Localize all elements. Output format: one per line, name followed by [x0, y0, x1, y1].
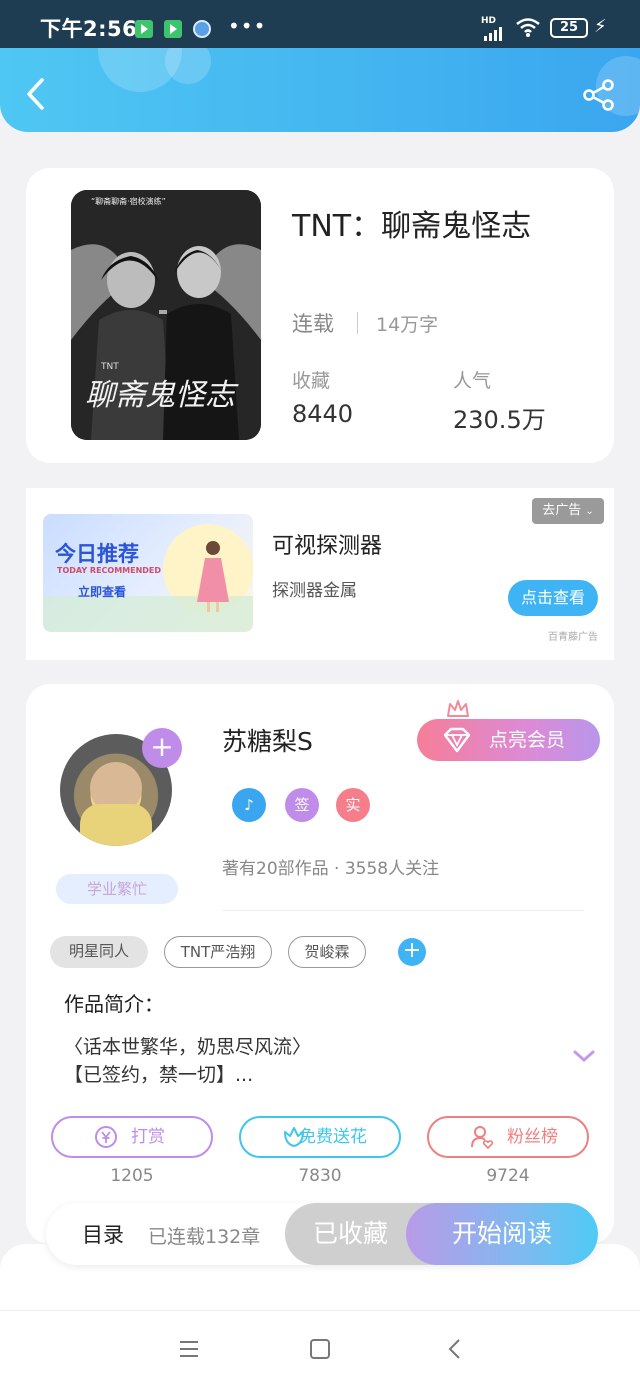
book-title: TNT：聊斋鬼怪志	[292, 209, 532, 244]
network-type: HD	[481, 16, 497, 26]
battery-icon: 25	[550, 18, 588, 38]
book-info-card: “聊斋聊斋·宿校演练” TNT 聊斋鬼怪志 TNT：聊斋鬼怪志 连载 14万字 …	[26, 168, 614, 463]
divider	[222, 910, 584, 911]
system-nav-bar	[0, 1310, 640, 1387]
character-tag[interactable]: TNT严浩翔	[164, 936, 272, 968]
remove-ad-button[interactable]: 去广告 ⌄	[532, 498, 604, 524]
ad-card[interactable]: 今日推荐 TODAY RECOMMENDED 立即查看 可视探测器 探测器金属 …	[26, 488, 614, 660]
ad-banner-image[interactable]: 今日推荐 TODAY RECOMMENDED 立即查看	[43, 514, 253, 632]
fan-ranking-button[interactable]: 粉丝榜	[427, 1116, 589, 1158]
wifi-icon	[516, 18, 540, 37]
app-notification-icon	[164, 20, 182, 38]
divider	[357, 312, 358, 334]
back-chevron-left-icon[interactable]	[22, 76, 50, 112]
fan-ranking-label: 粉丝榜	[507, 1127, 558, 1147]
add-tag-button[interactable]: +	[398, 938, 426, 966]
send-flower-label: 免费送花	[299, 1127, 367, 1147]
remove-ad-label: 去广告	[542, 503, 582, 518]
top-header	[0, 48, 640, 132]
crown-icon	[447, 700, 469, 717]
favorites-label: 收藏	[292, 370, 331, 392]
girl-illustration-icon	[197, 541, 229, 612]
genre-tag[interactable]: 明星同人	[50, 936, 148, 968]
reading-action-bar: 目录 已连载132章 已收藏 开始阅读	[46, 1203, 598, 1265]
tip-label: 打赏	[131, 1127, 165, 1147]
more-notifications-icon: •••	[228, 14, 267, 38]
tip-button[interactable]: 打赏	[51, 1116, 213, 1158]
charging-icon: ⚡	[594, 16, 607, 37]
ad-title: 可视探测器	[272, 534, 383, 559]
ad-cta-button[interactable]: 点击查看	[508, 580, 598, 616]
app-notification-icon	[135, 20, 153, 38]
intro-label: 作品简介：	[64, 992, 164, 1016]
menu-icon[interactable]	[177, 1337, 201, 1361]
intro-text-line: 〈话本世繁华，奶思尽风流〉	[64, 1036, 312, 1058]
chapter-count: 已连载132章	[148, 1226, 261, 1248]
word-count: 14万字	[376, 314, 439, 336]
favorites-value: 8440	[292, 400, 354, 428]
cover-caption: “聊斋聊斋·宿校演练”	[91, 197, 166, 206]
home-square-icon[interactable]	[308, 1337, 332, 1361]
send-flower-button[interactable]: 免费送花	[239, 1116, 401, 1158]
fan-heart-icon	[471, 1126, 494, 1150]
yen-coin-icon	[95, 1126, 117, 1148]
music-badge-icon: ♪	[232, 788, 266, 822]
expand-chevron-down-icon[interactable]	[572, 1046, 596, 1066]
verified-badge: 实	[336, 788, 370, 822]
signal-icon	[484, 27, 502, 41]
tip-count: 1205	[110, 1166, 154, 1186]
flower-count: 7830	[298, 1166, 342, 1186]
author-card: + 学业繁忙 苏糖梨S 点亮会员 ♪ 签 实 著有20部作品 · 3558人关注…	[26, 684, 614, 1244]
popularity-label: 人气	[453, 370, 492, 392]
author-name: 苏糖梨S	[222, 727, 313, 756]
ad-source: 百青藤广告	[548, 632, 598, 643]
fan-count: 9724	[486, 1166, 530, 1186]
follow-author-button[interactable]: +	[142, 728, 182, 768]
status-bar: 下午2:56 ••• HD 25 ⚡	[0, 0, 640, 48]
signed-badge: 签	[285, 788, 319, 822]
ad-banner-title: 今日推荐	[55, 542, 139, 566]
ad-banner-subtitle: TODAY RECOMMENDED	[57, 566, 162, 575]
table-of-contents-button[interactable]: 目录	[82, 1219, 124, 1249]
book-status: 连载	[292, 312, 334, 336]
character-tag[interactable]: 贺峻霖	[288, 936, 366, 968]
status-time: 下午2:56	[40, 17, 138, 41]
ad-banner-button[interactable]: 立即查看	[59, 581, 145, 603]
vip-button-label: 点亮会员	[489, 729, 566, 751]
author-works-info: 著有20部作品 · 3558人关注	[222, 859, 440, 879]
intro-text-line: 【已签约，禁一切】...	[64, 1064, 254, 1086]
back-triangle-icon[interactable]	[443, 1337, 467, 1361]
share-icon[interactable]	[582, 78, 616, 112]
browser-icon	[193, 20, 211, 38]
diamond-icon	[443, 727, 471, 753]
ad-description: 探测器金属	[272, 581, 357, 601]
chevron-down-icon: ⌄	[585, 506, 594, 517]
start-reading-button[interactable]: 开始阅读	[406, 1203, 598, 1265]
author-status-tag: 学业繁忙	[56, 874, 178, 904]
book-cover[interactable]: “聊斋聊斋·宿校演练” TNT 聊斋鬼怪志	[71, 190, 261, 440]
popularity-value: 230.5万	[453, 406, 546, 434]
cover-title: 聊斋鬼怪志	[85, 378, 235, 413]
